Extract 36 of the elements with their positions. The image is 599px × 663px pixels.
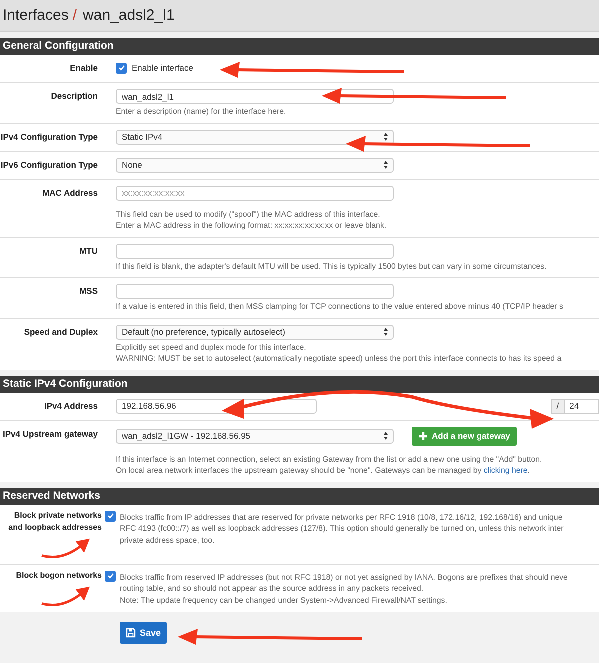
field-label: Block private networks and loopback addresses bbox=[8, 510, 102, 534]
field-label: IPv4 Upstream gateway bbox=[2, 428, 98, 441]
select-caret-icon bbox=[384, 161, 388, 169]
field-label: MAC Address bbox=[42, 186, 98, 200]
checkbox-label: Enable interface bbox=[132, 63, 194, 73]
subnet-field[interactable]: 24 bbox=[564, 398, 599, 414]
select-caret-icon bbox=[384, 432, 388, 440]
field-label: IPv6 Configuration Type bbox=[0, 158, 98, 172]
select-field[interactable]: Default (no preference, typically autoselect) bbox=[116, 324, 394, 340]
page-title: Interfaces / wan_adsl2_l1 bbox=[3, 7, 175, 24]
select-field[interactable]: wan_adsl2_l1GW - 192.168.56.95 bbox=[116, 428, 394, 444]
select-field[interactable]: Static IPv4 bbox=[116, 130, 394, 144]
field-label: MSS bbox=[78, 285, 98, 298]
field-label: Block bogon networks bbox=[15, 570, 102, 582]
section-heading: General Configuration bbox=[0, 38, 599, 55]
input-field[interactable]: wan_adsl2_l1 bbox=[116, 89, 394, 104]
field-label: Enable bbox=[69, 62, 98, 75]
select-field[interactable]: None bbox=[116, 158, 394, 172]
input-field[interactable] bbox=[116, 244, 394, 258]
save-button[interactable]: Save bbox=[120, 622, 168, 644]
field-label: IPv4 Address bbox=[43, 400, 98, 412]
section-heading: Reserved Networks bbox=[0, 488, 599, 504]
input-field[interactable] bbox=[116, 284, 394, 299]
section-heading: Static IPv4 Configuration bbox=[0, 376, 599, 392]
select-caret-icon bbox=[384, 328, 388, 336]
field-label: IPv4 Configuration Type bbox=[0, 130, 98, 144]
checkbox[interactable] bbox=[105, 570, 116, 582]
subnet-separator: / bbox=[551, 398, 565, 414]
field-label: Description bbox=[50, 90, 98, 103]
field-label: Speed and Duplex bbox=[23, 326, 98, 339]
checkbox[interactable] bbox=[116, 62, 127, 74]
checkbox[interactable] bbox=[105, 510, 116, 522]
plus-icon bbox=[419, 432, 428, 440]
input-field[interactable]: xx:xx:xx:xx:xx:xx bbox=[116, 186, 394, 200]
select-caret-icon bbox=[384, 133, 388, 141]
field-label: MTU bbox=[78, 244, 98, 258]
